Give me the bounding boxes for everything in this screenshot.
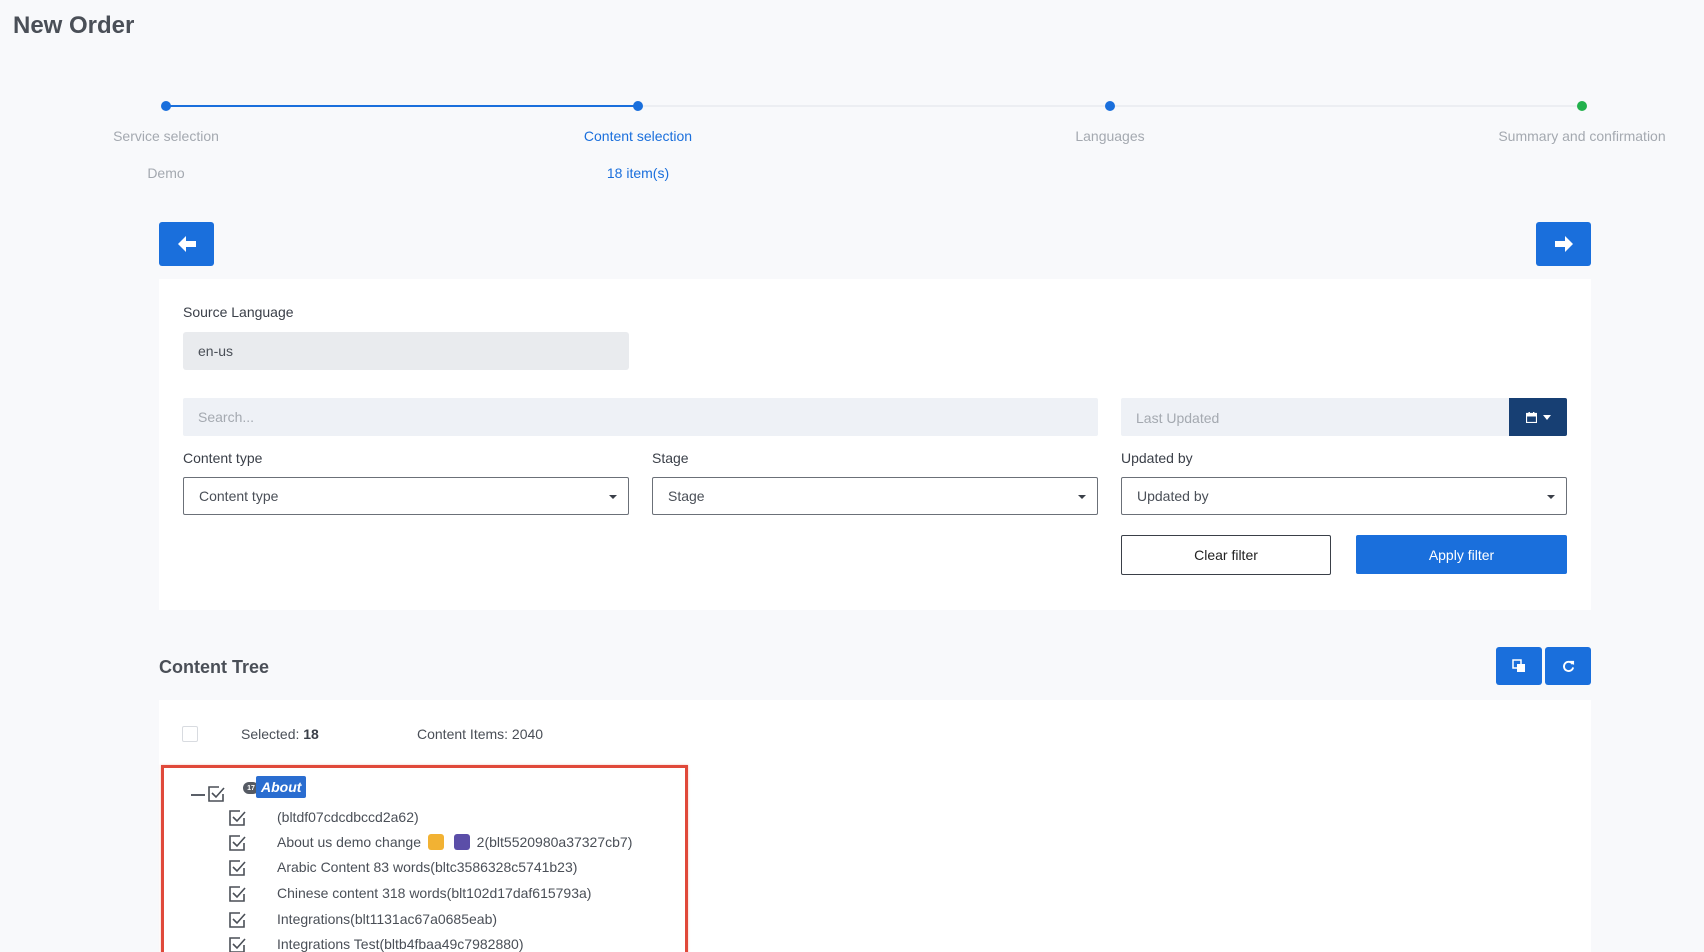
checkbox-checked-icon[interactable]	[228, 809, 246, 827]
person-emoji-icon	[427, 834, 444, 850]
content-tree-card: Selected: 18 Content Items: 2040 17 Abou…	[159, 700, 1591, 952]
last-updated-input[interactable]: Last Updated	[1121, 398, 1509, 436]
step-dot	[161, 101, 171, 111]
step-sub: 18 item(s)	[606, 165, 670, 181]
selected-count: 18	[303, 726, 319, 742]
selected-label: Selected:	[241, 726, 300, 742]
step-languages[interactable]: Languages	[990, 96, 1230, 144]
tree-leaf-text: Integrations Test(bltb4fbaa49c7982880)	[277, 936, 524, 952]
tree-leaf-item[interactable]: Integrations(blt1131ac67a0685eab)	[277, 911, 497, 927]
tree-leaf-item[interactable]: Arabic Content 83 words(bltc3586328c5741…	[277, 859, 577, 875]
content-type-label: Content type	[183, 450, 263, 466]
page-title: New Order	[13, 12, 135, 39]
stage-value: Stage	[668, 488, 705, 504]
calendar-icon	[1525, 411, 1537, 423]
step-content-selection[interactable]: Content selection 18 item(s)	[518, 96, 758, 181]
clear-filter-button[interactable]: Clear filter	[1121, 535, 1331, 575]
tree-leaf-item[interactable]: Integrations Test(bltb4fbaa49c7982880)	[277, 936, 523, 952]
step-label: Content selection	[583, 128, 693, 144]
step-label: Service selection	[113, 128, 219, 144]
tree-leaf-item[interactable]: Chinese content 318 words(blt102d17daf61…	[277, 885, 591, 901]
apply-filter-button[interactable]: Apply filter	[1356, 535, 1567, 574]
order-stepper: Service selection Demo Content selection…	[0, 96, 1704, 186]
tree-leaf-text-suffix: 2(blt5520980a37327cb7)	[476, 834, 633, 850]
arrow-right-icon	[1554, 236, 1573, 252]
checkbox-checked-icon[interactable]	[228, 859, 246, 877]
updated-by-select[interactable]: Updated by	[1121, 477, 1567, 515]
tree-leaf-item[interactable]: About us demo change 2(blt5520980a37327c…	[277, 834, 632, 850]
tree-node-about[interactable]: About	[256, 776, 307, 798]
step-dot	[1577, 101, 1587, 111]
copy-icon	[1512, 659, 1525, 672]
checkbox-checked-icon[interactable]	[228, 834, 246, 852]
refresh-button[interactable]	[1545, 647, 1591, 685]
tree-leaf-text: Chinese content 318 words(blt102d17daf61…	[277, 885, 592, 901]
search-input[interactable]	[183, 398, 1098, 436]
chevron-down-icon	[1547, 495, 1555, 499]
updated-by-value: Updated by	[1137, 488, 1209, 504]
updated-by-label: Updated by	[1121, 450, 1193, 466]
step-summary[interactable]: Summary and confirmation	[1462, 96, 1702, 144]
checkbox-checked-icon[interactable]	[228, 936, 246, 952]
step-label: Summary and confirmation	[1498, 128, 1666, 144]
next-button[interactable]	[1536, 222, 1591, 266]
arrow-left-icon	[177, 236, 196, 252]
tree-leaf-text: Integrations(blt1131ac67a0685eab)	[277, 911, 498, 927]
back-button[interactable]	[159, 222, 214, 266]
chevron-down-icon	[1078, 495, 1086, 499]
step-dot	[1105, 101, 1115, 111]
stage-label: Stage	[652, 450, 689, 466]
content-type-value: Content type	[199, 488, 279, 504]
chevron-down-icon	[1542, 414, 1551, 420]
collapse-toggle[interactable]	[191, 794, 205, 796]
filter-card: Source Language en-us Last Updated Conte…	[159, 279, 1591, 610]
content-type-select[interactable]: Content type	[183, 477, 629, 515]
chevron-down-icon	[609, 495, 617, 499]
refresh-icon	[1562, 660, 1574, 672]
tree-leaf-item[interactable]: (bltdf07cdcdbccd2a62)	[277, 809, 419, 825]
step-sub: Demo	[147, 165, 185, 181]
source-language-field: en-us	[183, 332, 629, 370]
tree-leaf-text: (bltdf07cdcdbccd2a62)	[277, 809, 419, 825]
vehicle-emoji-icon	[453, 834, 470, 850]
selected-summary: Selected: 18	[241, 726, 319, 742]
root-checkbox-checked-icon[interactable]	[207, 785, 225, 803]
step-service-selection[interactable]: Service selection Demo	[46, 96, 286, 181]
step-dot	[633, 101, 643, 111]
stage-select[interactable]: Stage	[652, 477, 1098, 515]
step-label: Languages	[1075, 128, 1145, 144]
select-all-checkbox[interactable]	[182, 726, 198, 742]
source-language-label: Source Language	[183, 304, 294, 320]
checkbox-checked-icon[interactable]	[228, 911, 246, 929]
content-items-count: Content Items: 2040	[417, 726, 544, 742]
copy-button[interactable]	[1496, 647, 1542, 685]
tree-leaf-text: Arabic Content 83 words(bltc3586328c5741…	[277, 859, 578, 875]
tree-leaf-text: About us demo change	[277, 834, 425, 850]
checkbox-checked-icon[interactable]	[228, 885, 246, 903]
date-picker-button[interactable]	[1509, 398, 1567, 436]
highlighted-tree-region: 17 About (bltdf07cdcdbccd2a62) About us …	[161, 765, 688, 952]
content-tree-title: Content Tree	[159, 657, 270, 677]
